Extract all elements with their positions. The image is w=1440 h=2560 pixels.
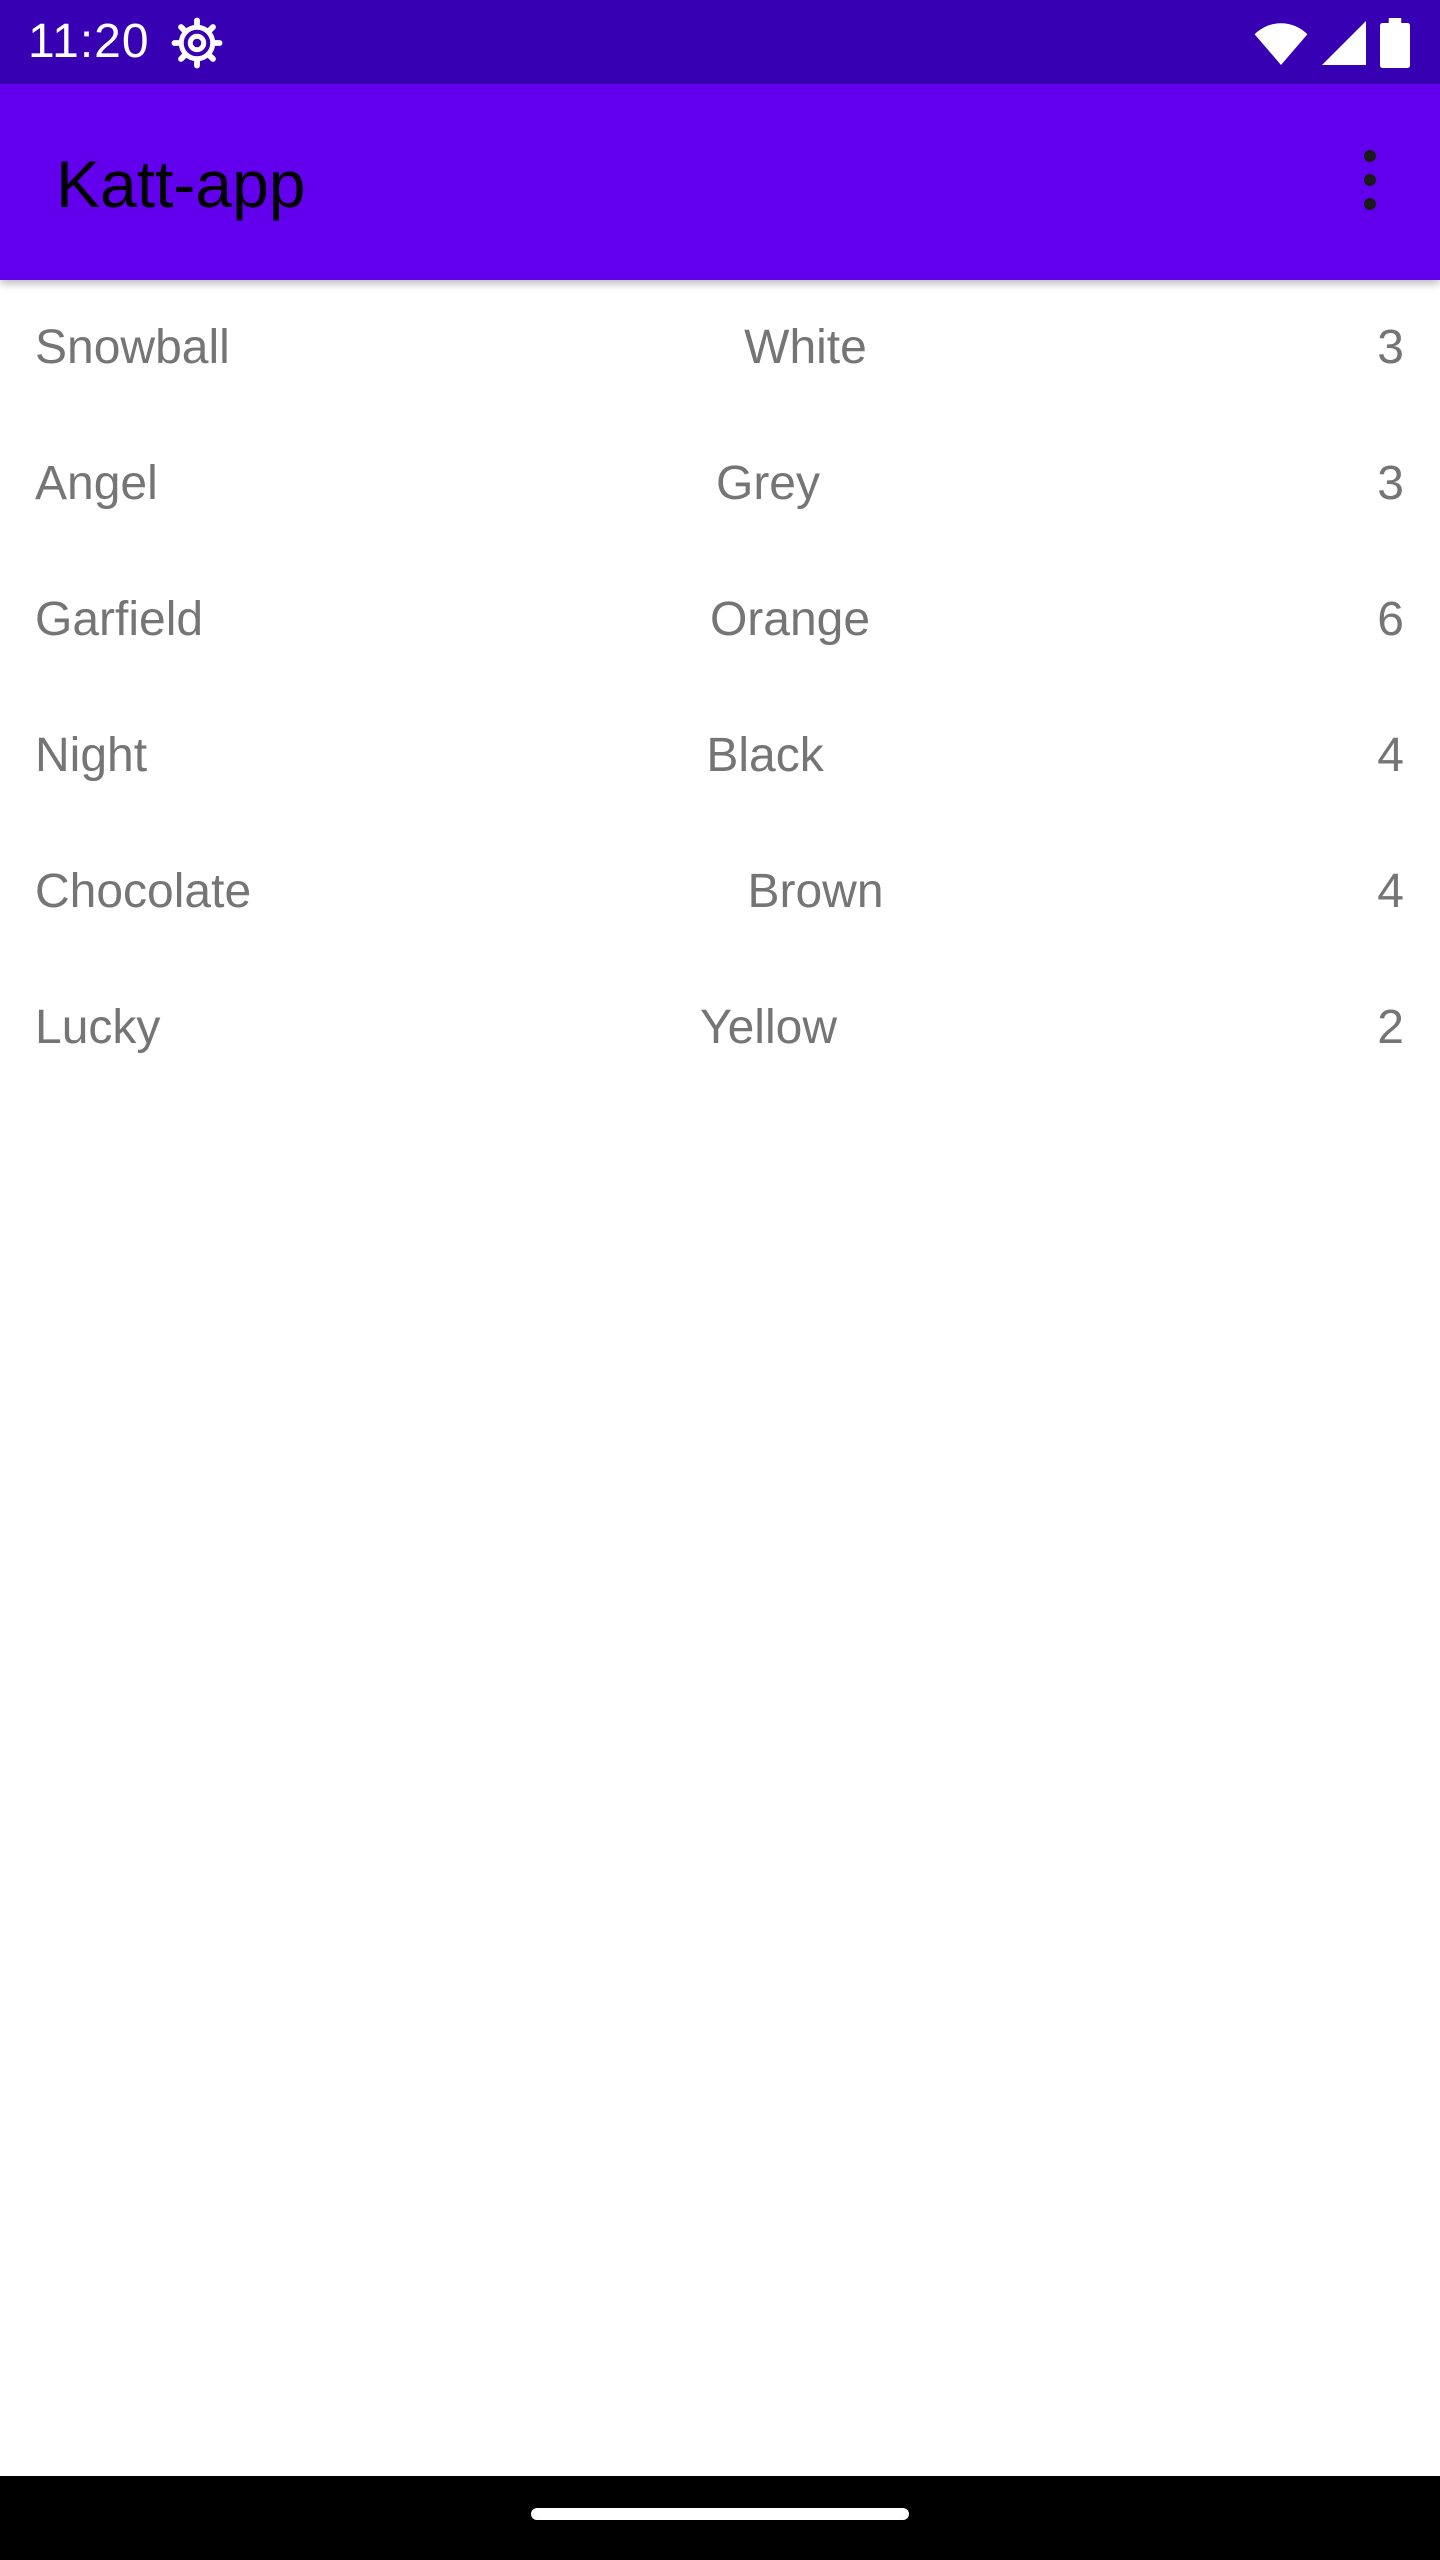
cat-age: 3 xyxy=(1377,321,1404,374)
list-item[interactable]: Chocolate Brown 4 xyxy=(0,824,1440,960)
cat-age: 4 xyxy=(1377,865,1404,918)
home-handle[interactable] xyxy=(531,2508,909,2520)
list-item[interactable]: Angel Grey 3 xyxy=(0,416,1440,552)
cat-age: 2 xyxy=(1377,1001,1404,1054)
cat-color: Orange xyxy=(709,593,871,646)
cat-color: Grey xyxy=(715,457,820,510)
list-item[interactable]: Lucky Yellow 2 xyxy=(0,960,1440,1096)
more-vert-icon xyxy=(1364,150,1376,210)
wifi-icon xyxy=(1254,23,1308,65)
cat-color: White xyxy=(744,321,867,374)
cat-list: Snowball White 3 Angel Grey 3 Garfield O… xyxy=(0,280,1440,1096)
overflow-menu-button[interactable] xyxy=(1320,130,1420,230)
status-icons xyxy=(1254,16,1410,70)
cat-age: 6 xyxy=(1377,593,1404,646)
status-bar: 11:20 xyxy=(0,0,1440,84)
cat-age: 4 xyxy=(1377,729,1404,782)
app-title: Katt-app xyxy=(56,147,306,221)
cat-color: Brown xyxy=(747,865,884,918)
cat-color: Yellow xyxy=(700,1001,837,1054)
navigation-bar xyxy=(0,2476,1440,2560)
list-item[interactable]: Garfield Orange 6 xyxy=(0,552,1440,688)
cell-signal-icon xyxy=(1322,21,1366,65)
battery-icon xyxy=(1380,18,1410,68)
list-item[interactable]: Snowball White 3 xyxy=(0,280,1440,416)
list-item[interactable]: Night Black 4 xyxy=(0,688,1440,824)
cat-age: 3 xyxy=(1377,457,1404,510)
app-bar: Katt-app xyxy=(0,84,1440,280)
cat-color: Black xyxy=(706,729,824,782)
status-time: 11:20 xyxy=(28,15,150,68)
settings-icon xyxy=(171,17,223,69)
